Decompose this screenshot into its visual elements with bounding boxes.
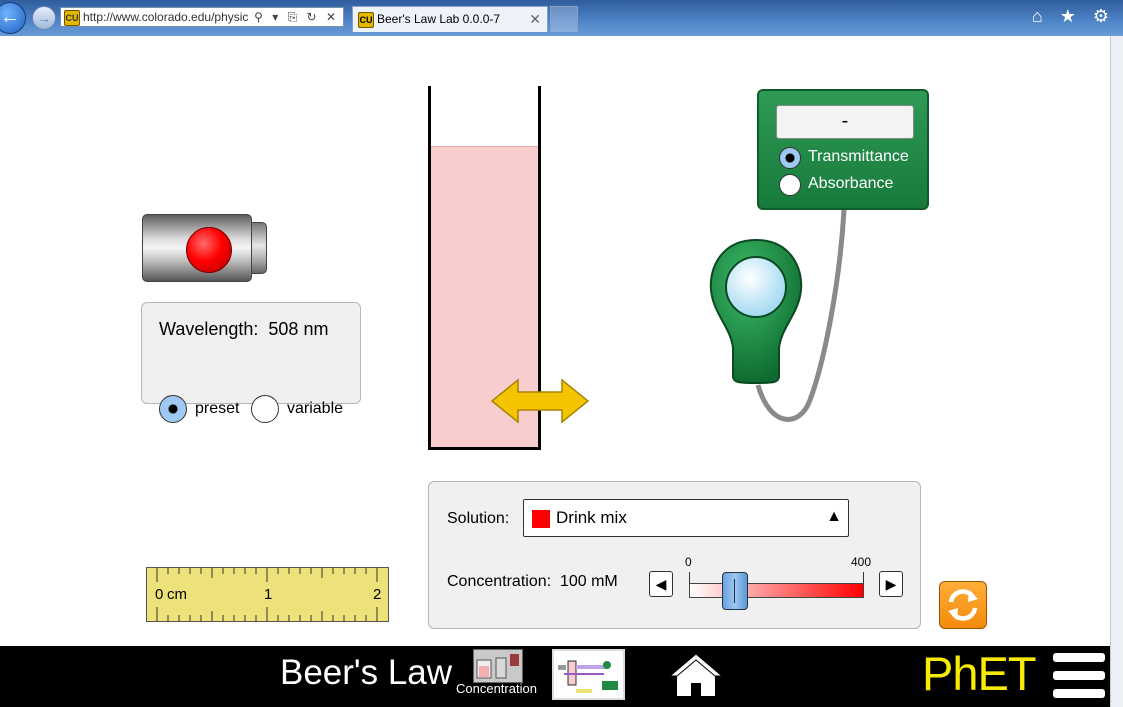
tab-beers-law-lab[interactable]: CU Beer's Law Lab 0.0.0-7 ✕ [352, 6, 548, 32]
transmittance-radio[interactable] [779, 147, 801, 169]
slider-min-tick [689, 572, 690, 583]
slider-max-tick [863, 572, 864, 583]
solution-label: Solution: [447, 510, 510, 527]
variable-label[interactable]: variable [287, 400, 343, 418]
solution-combo-box[interactable]: Drink mix ▲ [523, 499, 849, 537]
concentration-label: Concentration: [447, 573, 552, 590]
ruler-label-1: 1 [264, 586, 273, 603]
concentration-increment-button[interactable]: ▶ [879, 571, 903, 597]
beers-law-screen-icon[interactable] [552, 649, 625, 700]
forward-arrow-icon[interactable]: → [32, 6, 56, 30]
laser-tip [251, 222, 267, 274]
preset-label[interactable]: preset [195, 400, 239, 418]
sim-title: Beer's Law [280, 653, 453, 692]
wavelength-value: 508 nm [268, 319, 329, 339]
ruler-label-0: 0 [155, 586, 164, 603]
address-controls[interactable]: ⚲ ▾ ⎘ ↻ ✕ [254, 8, 339, 26]
site-favicon-icon: CU [64, 10, 80, 26]
detector-readout: - [776, 105, 914, 139]
wavelength-title: Wavelength: 508 nm [159, 319, 328, 340]
concentration-max-label: 400 [851, 555, 872, 569]
browser-toolbar-icons[interactable]: ⌂ ★ ⚙ [1032, 6, 1115, 27]
solution-panel: Solution: Drink mix ▲ Concentration: 100… [428, 481, 921, 629]
address-url[interactable]: http://www.colorado.edu/physic [83, 8, 261, 26]
address-bar[interactable]: CU http://www.colorado.edu/physic ⚲ ▾ ⎘ … [60, 7, 344, 27]
preset-radio[interactable] [159, 395, 187, 423]
detector-meter[interactable]: - Transmittance Absorbance [757, 89, 929, 210]
scrollbar[interactable] [1110, 36, 1123, 707]
concentration-screen-thumbnail [476, 654, 519, 679]
concentration-readout: Concentration: 100 mM [447, 573, 618, 591]
sim-navbar: Beer's Law Concentration PhET [0, 646, 1110, 707]
absorbance-label[interactable]: Absorbance [808, 175, 893, 193]
concentration-screen-icon[interactable] [473, 649, 523, 683]
phet-logo: PhET [922, 647, 1037, 700]
wavelength-label: Wavelength: [159, 319, 259, 339]
transmittance-label[interactable]: Transmittance [808, 148, 909, 166]
solution-selected: Drink mix [556, 508, 627, 527]
ruler-label-2: 2 [373, 586, 382, 603]
beers-law-screen-thumbnail [558, 660, 618, 693]
ruler[interactable]: 0 cm 1 2 [146, 567, 389, 622]
concentration-value: 100 mM [559, 573, 618, 590]
concentration-screen-label[interactable]: Concentration [456, 681, 537, 696]
home-icon[interactable] [668, 652, 724, 698]
concentration-min-label: 0 [685, 555, 692, 569]
solution-color-swatch [532, 510, 550, 528]
tab-title: Beer's Law Lab 0.0.0-7 [377, 12, 501, 26]
absorbance-radio[interactable] [779, 174, 801, 196]
browser-chrome: ← → CU http://www.colorado.edu/physic ⚲ … [0, 0, 1123, 36]
menu-icon[interactable] [1053, 653, 1105, 701]
wavelength-panel: Wavelength: 508 nm preset variable [141, 302, 361, 423]
probe-icon[interactable] [709, 238, 803, 384]
laser-on-button[interactable] [186, 227, 232, 273]
dropdown-arrow-icon[interactable]: ▲ [826, 508, 842, 526]
ruler-unit-label: cm [167, 586, 187, 603]
back-arrow-icon[interactable]: ← [0, 2, 26, 34]
tab-favicon-icon: CU [358, 12, 374, 28]
reset-all-button[interactable] [939, 581, 987, 629]
concentration-decrement-button[interactable]: ◀ [649, 571, 673, 597]
concentration-slider-track[interactable] [689, 583, 864, 598]
variable-radio[interactable] [251, 395, 279, 423]
tab-close-icon[interactable]: ✕ [529, 7, 541, 31]
new-tab-button[interactable] [550, 6, 578, 32]
drag-arrow-icon[interactable] [490, 378, 590, 424]
concentration-slider-thumb[interactable] [721, 572, 748, 610]
reset-icon [948, 589, 978, 621]
